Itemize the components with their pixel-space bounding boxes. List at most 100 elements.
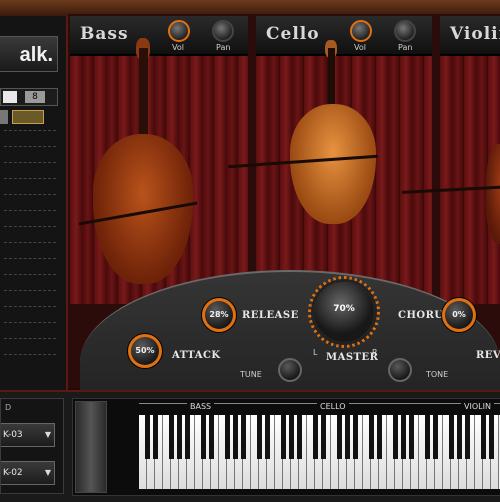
pitch-wheel[interactable] — [75, 401, 107, 493]
list-item[interactable] — [4, 194, 56, 196]
cello-panel-header: Cello Vol Pan — [256, 16, 432, 56]
violin-title: Violin — [450, 24, 500, 44]
black-key[interactable] — [264, 415, 270, 459]
black-key[interactable] — [240, 415, 246, 459]
list-item[interactable] — [4, 274, 56, 276]
black-key[interactable] — [288, 415, 294, 459]
black-key[interactable] — [208, 415, 214, 459]
black-key[interactable] — [376, 415, 382, 459]
sidebar-button-load[interactable] — [12, 110, 44, 124]
bass-panel-header: Bass Vol Pan — [70, 16, 248, 56]
master-label: MASTER — [326, 352, 379, 363]
logo: alk. — [0, 36, 58, 72]
piano-keyboard[interactable] — [139, 415, 500, 489]
list-item[interactable] — [4, 322, 56, 324]
black-key[interactable] — [152, 415, 158, 459]
list-item[interactable] — [4, 162, 56, 164]
tone-label: TONE — [426, 370, 449, 379]
range-label-violin: VIOLIN — [461, 402, 494, 411]
list-item[interactable] — [4, 178, 56, 180]
black-key[interactable] — [144, 415, 150, 459]
black-key[interactable] — [464, 415, 470, 459]
keyboard-panel: BASS CELLO VIOLIN — [72, 398, 500, 496]
black-key[interactable] — [432, 415, 438, 459]
bank-slot-1[interactable]: K-03 ▼ — [1, 423, 55, 447]
tone-knob[interactable] — [388, 358, 412, 382]
black-key[interactable] — [312, 415, 318, 459]
bass-pan-label: Pan — [216, 43, 231, 52]
preset-field[interactable] — [3, 91, 17, 103]
sidebar: alk. 8 — [0, 16, 68, 390]
reverb-label: REVE — [476, 350, 500, 361]
instrument-stage: Bass Vol Pan Cello Vol Pan Violin — [68, 14, 500, 502]
preset-selector[interactable]: 8 — [0, 88, 58, 106]
list-item[interactable] — [4, 258, 56, 260]
cello-pan-knob[interactable] — [394, 20, 416, 42]
black-key[interactable] — [280, 415, 286, 459]
bank-slot-label: K-02 — [3, 468, 23, 478]
black-key[interactable] — [320, 415, 326, 459]
list-item[interactable] — [4, 306, 56, 308]
bank-panel: D K-03 ▼ K-02 ▼ — [0, 398, 64, 494]
violin-panel-header: Violin — [440, 16, 500, 56]
black-key[interactable] — [336, 415, 342, 459]
chevron-down-icon[interactable]: ▼ — [45, 462, 51, 484]
black-key[interactable] — [480, 415, 486, 459]
release-label: RELEASE — [242, 310, 299, 321]
black-key[interactable] — [184, 415, 190, 459]
list-item[interactable] — [4, 210, 56, 212]
cello-vol-knob[interactable] — [350, 20, 372, 42]
black-key[interactable] — [368, 415, 374, 459]
sidebar-button-left[interactable] — [0, 110, 8, 124]
black-key[interactable] — [456, 415, 462, 459]
list-item[interactable] — [4, 146, 56, 148]
cello-title: Cello — [266, 24, 320, 44]
black-key[interactable] — [296, 415, 302, 459]
black-key[interactable] — [424, 415, 430, 459]
list-item[interactable] — [4, 290, 56, 292]
black-key[interactable] — [400, 415, 406, 459]
black-key[interactable] — [352, 415, 358, 459]
black-key[interactable] — [408, 415, 414, 459]
list-item[interactable] — [4, 242, 56, 244]
black-key[interactable] — [232, 415, 238, 459]
bass-pan-knob[interactable] — [212, 20, 234, 42]
sidebar-buttons — [0, 110, 58, 124]
bank-header: D — [5, 403, 12, 412]
bass-title: Bass — [80, 24, 129, 44]
list-item[interactable] — [4, 354, 56, 356]
black-key[interactable] — [488, 415, 494, 459]
tune-label: TUNE — [240, 370, 262, 379]
chevron-down-icon[interactable]: ▼ — [45, 424, 51, 446]
black-key[interactable] — [256, 415, 262, 459]
bank-slot-2[interactable]: K-02 ▼ — [1, 461, 55, 485]
black-key[interactable] — [392, 415, 398, 459]
black-key[interactable] — [344, 415, 350, 459]
master-value: 70% — [333, 304, 355, 314]
bank-slot-label: K-03 — [3, 430, 23, 440]
chorus-knob[interactable]: 0% — [442, 298, 476, 332]
cello-image — [290, 104, 376, 224]
list-item[interactable] — [4, 338, 56, 340]
black-key[interactable] — [224, 415, 230, 459]
release-knob[interactable]: 28% — [202, 298, 236, 332]
range-bar: BASS CELLO VIOLIN — [139, 402, 500, 414]
double-bass-image — [93, 134, 193, 284]
preset-number[interactable]: 8 — [25, 91, 45, 103]
black-key[interactable] — [448, 415, 454, 459]
bass-vol-knob[interactable] — [168, 20, 190, 42]
attack-label: ATTACK — [172, 350, 221, 361]
black-key[interactable] — [168, 415, 174, 459]
list-item[interactable] — [4, 130, 56, 132]
range-label-bass: BASS — [187, 402, 215, 411]
list-item[interactable] — [4, 226, 56, 228]
bottom-section: D K-03 ▼ K-02 ▼ BASS CELLO VIOLIN — [0, 390, 500, 502]
app-window: alk. 8 Bass Vol Pan Cello Vol Pan Violi … — [0, 0, 500, 502]
violin-image — [486, 144, 500, 244]
cello-vol-label: Vol — [354, 43, 366, 52]
black-key[interactable] — [200, 415, 206, 459]
tune-knob[interactable] — [278, 358, 302, 382]
attack-knob[interactable]: 50% — [128, 334, 162, 368]
black-key[interactable] — [176, 415, 182, 459]
range-label-cello: CELLO — [317, 402, 349, 411]
